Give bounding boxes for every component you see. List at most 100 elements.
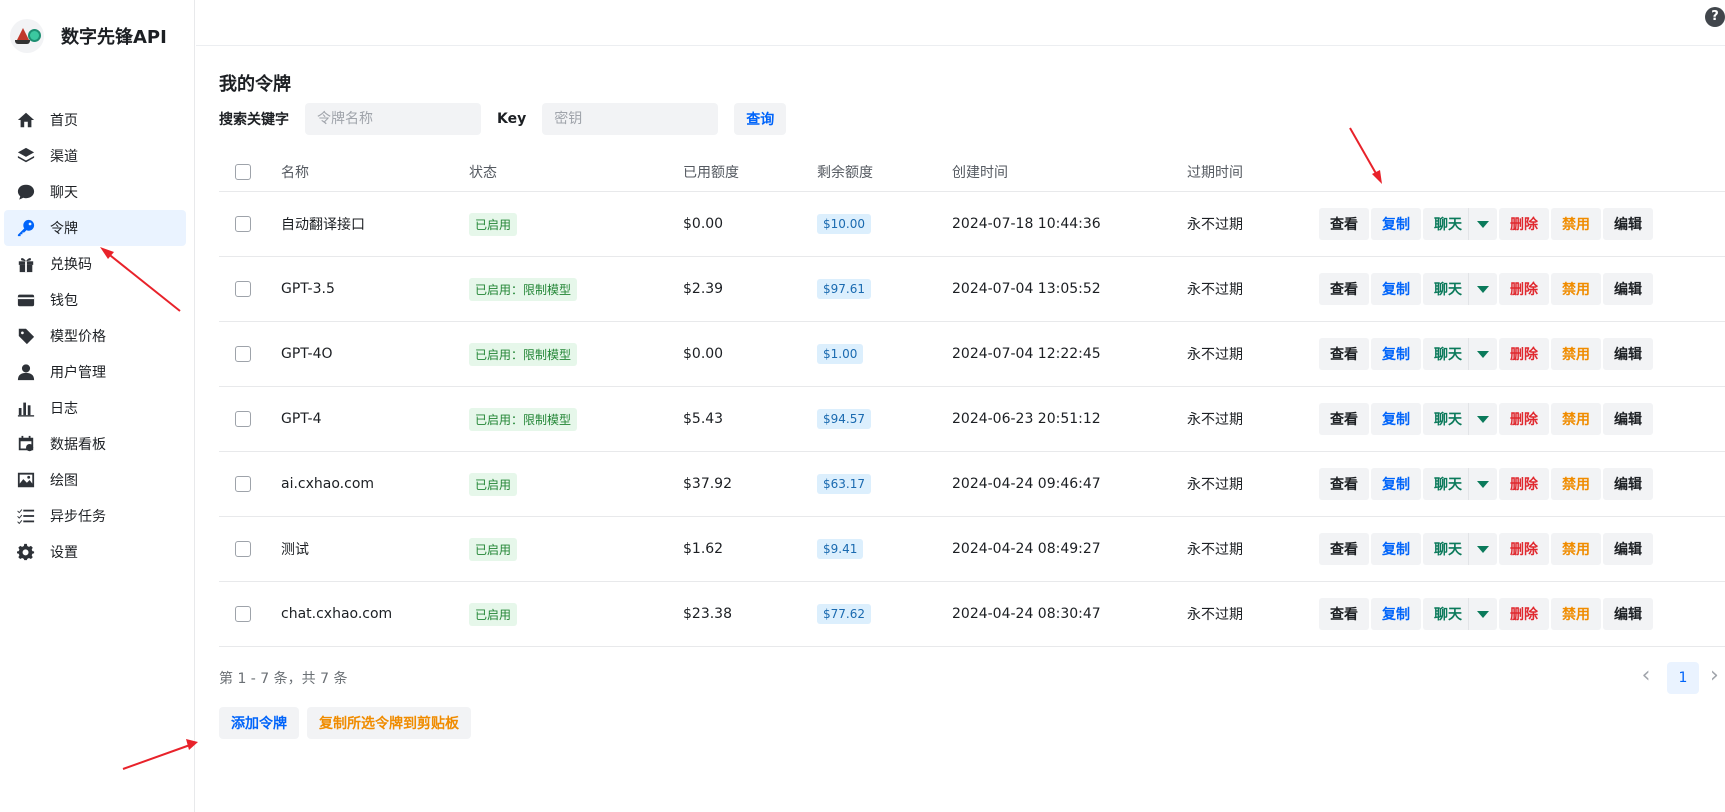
edit-button[interactable]: 编辑: [1603, 598, 1653, 630]
delete-button[interactable]: 删除: [1499, 338, 1549, 370]
chat-button[interactable]: 聊天: [1423, 598, 1468, 630]
token-name-input[interactable]: [305, 103, 481, 135]
sidebar-item-2[interactable]: 聊天: [4, 174, 186, 210]
chat-dropdown-button[interactable]: [1468, 208, 1497, 240]
sidebar-item-5[interactable]: 钱包: [4, 282, 186, 318]
query-button[interactable]: 查询: [734, 103, 787, 135]
row-checkbox[interactable]: [235, 541, 251, 557]
copy-button[interactable]: 复制: [1371, 208, 1421, 240]
disable-button[interactable]: 禁用: [1551, 598, 1601, 630]
column-header-remaining[interactable]: 剩余额度: [817, 152, 873, 191]
disable-button[interactable]: 禁用: [1551, 533, 1601, 565]
row-checkbox[interactable]: [235, 281, 251, 297]
remaining-quota-badge: $9.41: [817, 539, 864, 559]
view-button[interactable]: 查看: [1319, 338, 1369, 370]
image-icon: [16, 470, 36, 490]
sidebar-item-12[interactable]: 设置: [4, 534, 186, 570]
view-button[interactable]: 查看: [1319, 403, 1369, 435]
copy-button[interactable]: 复制: [1371, 468, 1421, 500]
delete-button[interactable]: 删除: [1499, 468, 1549, 500]
chat-button[interactable]: 聊天: [1423, 403, 1468, 435]
chat-dropdown-button[interactable]: [1468, 338, 1497, 370]
column-header-expires[interactable]: 过期时间: [1187, 152, 1243, 191]
copy-button[interactable]: 复制: [1371, 273, 1421, 305]
row-actions: 查看 复制 聊天 删除 禁用 编辑: [1319, 403, 1655, 435]
sidebar-item-3[interactable]: 令牌: [4, 210, 186, 246]
brand[interactable]: 数字先锋API: [10, 18, 167, 54]
chat-button[interactable]: 聊天: [1423, 208, 1468, 240]
copy-button[interactable]: 复制: [1371, 533, 1421, 565]
sidebar-item-1[interactable]: 渠道: [4, 138, 186, 174]
edit-button[interactable]: 编辑: [1603, 273, 1653, 305]
disable-button[interactable]: 禁用: [1551, 273, 1601, 305]
key-input[interactable]: [542, 103, 719, 135]
token-name: GPT-3.5: [281, 281, 335, 297]
row-checkbox[interactable]: [235, 216, 251, 232]
copy-selected-tokens-button[interactable]: 复制所选令牌到剪贴板: [307, 707, 471, 739]
expire-time: 永不过期: [1187, 412, 1243, 428]
disable-button[interactable]: 禁用: [1551, 338, 1601, 370]
select-all-checkbox[interactable]: [235, 163, 251, 180]
chat-dropdown-button[interactable]: [1468, 598, 1497, 630]
row-checkbox[interactable]: [235, 346, 251, 362]
view-button[interactable]: 查看: [1319, 208, 1369, 240]
next-page-icon[interactable]: ›: [1710, 662, 1725, 690]
delete-button[interactable]: 删除: [1499, 533, 1549, 565]
copy-button[interactable]: 复制: [1371, 598, 1421, 630]
sidebar-item-0[interactable]: 首页: [4, 102, 186, 138]
row-checkbox[interactable]: [235, 476, 251, 492]
edit-button[interactable]: 编辑: [1603, 468, 1653, 500]
chat-button[interactable]: 聊天: [1423, 338, 1468, 370]
edit-button[interactable]: 编辑: [1603, 403, 1653, 435]
table-row: GPT-4 已启用：限制模型 $5.43 $94.57 2024-06-23 20:51…: [219, 387, 1725, 452]
edit-button[interactable]: 编辑: [1603, 338, 1653, 370]
chat-button[interactable]: 聊天: [1423, 533, 1468, 565]
sidebar-item-11[interactable]: 异步任务: [4, 498, 186, 534]
delete-button[interactable]: 删除: [1499, 403, 1549, 435]
disable-button[interactable]: 禁用: [1551, 208, 1601, 240]
edit-button[interactable]: 编辑: [1603, 533, 1653, 565]
sidebar-item-9[interactable]: 数据看板: [4, 426, 186, 462]
chat-dropdown-button[interactable]: [1468, 403, 1497, 435]
view-button[interactable]: 查看: [1319, 533, 1369, 565]
prev-page-icon[interactable]: ‹: [1634, 662, 1658, 690]
column-header-created[interactable]: 创建时间: [952, 152, 1008, 191]
chat-dropdown-button[interactable]: [1468, 273, 1497, 305]
sidebar-item-6[interactable]: 模型价格: [4, 318, 186, 354]
sidebar-item-4[interactable]: 兑换码: [4, 246, 186, 282]
remaining-quota-badge: $97.61: [817, 279, 871, 299]
gift-icon: [16, 254, 36, 274]
table-row: GPT-3.5 已启用：限制模型 $2.39 $97.61 2024-07-04 13:…: [219, 257, 1725, 322]
delete-button[interactable]: 删除: [1499, 273, 1549, 305]
page-button-current[interactable]: 1: [1667, 662, 1699, 694]
edit-button[interactable]: 编辑: [1603, 208, 1653, 240]
delete-button[interactable]: 删除: [1499, 208, 1549, 240]
chat-dropdown-button[interactable]: [1468, 468, 1497, 500]
copy-button[interactable]: 复制: [1371, 338, 1421, 370]
help-icon[interactable]: ?: [1705, 7, 1725, 27]
view-button[interactable]: 查看: [1319, 273, 1369, 305]
user-icon: [16, 362, 36, 382]
pagination-summary: 第 1 - 7 条，共 7 条: [219, 671, 348, 687]
row-checkbox[interactable]: [235, 411, 251, 427]
sidebar-item-10[interactable]: 绘图: [4, 462, 186, 498]
row-checkbox[interactable]: [235, 606, 251, 622]
row-actions: 查看 复制 聊天 删除 禁用 编辑: [1319, 533, 1655, 565]
column-header-name[interactable]: 名称: [281, 152, 309, 191]
disable-button[interactable]: 禁用: [1551, 403, 1601, 435]
chat-button[interactable]: 聊天: [1423, 468, 1468, 500]
sidebar-item-8[interactable]: 日志: [4, 390, 186, 426]
disable-button[interactable]: 禁用: [1551, 468, 1601, 500]
chat-button[interactable]: 聊天: [1423, 273, 1468, 305]
column-header-used[interactable]: 已用额度: [683, 152, 739, 191]
caret-down-icon: [1477, 545, 1489, 553]
sidebar-item-7[interactable]: 用户管理: [4, 354, 186, 390]
column-header-status[interactable]: 状态: [469, 152, 497, 191]
delete-button[interactable]: 删除: [1499, 598, 1549, 630]
copy-button[interactable]: 复制: [1371, 403, 1421, 435]
view-button[interactable]: 查看: [1319, 468, 1369, 500]
add-token-button[interactable]: 添加令牌: [219, 707, 299, 739]
chat-dropdown-button[interactable]: [1468, 533, 1497, 565]
view-button[interactable]: 查看: [1319, 598, 1369, 630]
table-row: ai.cxhao.com 已启用 $37.92 $63.17 2024-04-24 09…: [219, 452, 1725, 517]
